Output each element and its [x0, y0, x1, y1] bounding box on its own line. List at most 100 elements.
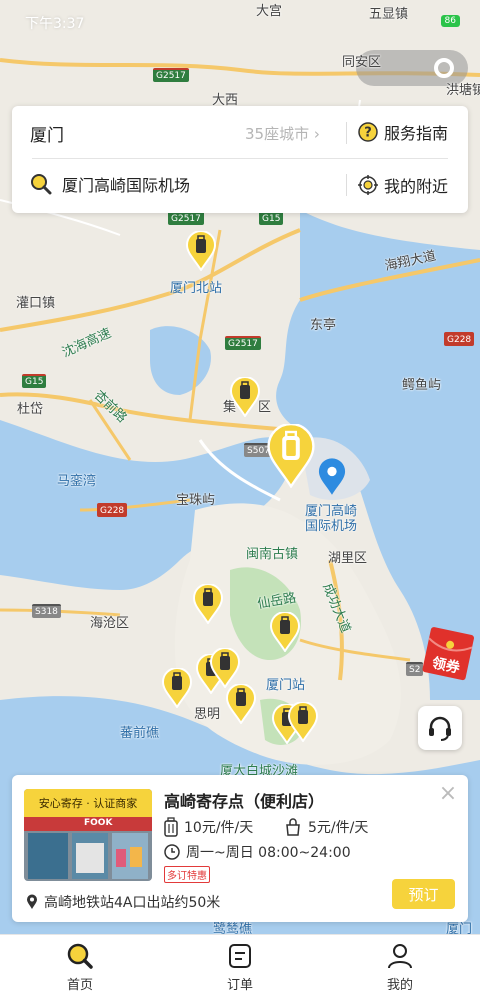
city-selector[interactable]: 厦门 [30, 121, 64, 146]
search-icon [31, 174, 52, 195]
map-label: 五显镇 [369, 7, 409, 22]
nav-orders[interactable]: 订单 [160, 935, 320, 999]
luggage-pin-icon [161, 667, 193, 709]
luggage-pin-icon [209, 647, 241, 689]
map-label: 厦门北站 [170, 281, 223, 296]
storage-pin[interactable] [225, 683, 257, 725]
chevron-right-icon: › [313, 125, 320, 143]
crosshair-icon [358, 175, 378, 195]
divider [346, 174, 347, 196]
search-input[interactable]: 厦门高崎国际机场 [30, 172, 190, 196]
nav-home-label: 首页 [66, 977, 93, 993]
store-sign: FOOK [84, 818, 113, 828]
headset-icon [429, 716, 451, 741]
map-label: 东亭 [310, 318, 337, 333]
nav-orders-label: 订单 [226, 977, 253, 993]
airport-location-pin[interactable] [318, 456, 346, 498]
luggage-pin-icon [185, 230, 217, 272]
store-photo: FOOK 安心寄存 · 认证商家 [24, 789, 152, 881]
location-pin-icon [318, 458, 346, 495]
map-label: 杜岱 [17, 402, 44, 417]
luggage-pin-icon [229, 376, 261, 418]
map-label: 蕃前礁 [120, 726, 160, 741]
storage-pin[interactable] [192, 583, 224, 625]
nav-mine[interactable]: 我的 [320, 935, 480, 999]
map-label: 洪塘镇 [446, 83, 480, 98]
nav-home[interactable]: 首页 [0, 935, 160, 999]
storage-pin[interactable] [209, 647, 241, 689]
road-badge: G2517 [153, 68, 189, 82]
coupon-button[interactable]: 领券 [420, 625, 480, 685]
nearby-label: 我的附近 [384, 177, 449, 196]
map-label-airport: 厦门高崎 国际机场 [305, 504, 358, 534]
order-icon [229, 943, 251, 968]
map-label: 思明 [194, 707, 221, 722]
business-hours: 周一~周日 08:00~24:00 [164, 842, 351, 862]
road-badge: G228 [97, 503, 128, 517]
storage-pin[interactable] [161, 667, 193, 709]
map-label: 同安区 [342, 55, 382, 70]
address-label: 高崎地铁站4A口出站约50米 [44, 895, 221, 911]
question-icon: ? [358, 122, 378, 142]
map-label: 湖里区 [328, 551, 368, 566]
map-label: 厦门站 [266, 678, 306, 693]
certified-tag: 安心寄存 · 认证商家 [24, 789, 152, 817]
close-icon[interactable]: × [438, 783, 458, 805]
search-card: 厦门 35座城市 › ? 服务指南 厦门高崎国际机场 我的附近 [12, 106, 468, 213]
bottom-nav: 首页 订单 我的 [0, 934, 480, 999]
hours-label: 周一~周日 08:00~24:00 [186, 845, 351, 861]
storage-pin[interactable] [229, 376, 261, 418]
map-label: 灌口镇 [16, 296, 56, 311]
map-label: 大宫 [256, 4, 283, 19]
storage-pin[interactable] [287, 701, 319, 743]
map-label: 宝珠屿 [176, 493, 216, 508]
location-icon [27, 894, 37, 909]
store-name: 高崎寄存点（便利店） [164, 792, 325, 811]
price-large-label: 10元/件/天 [184, 820, 254, 836]
map-label: 鳄鱼屿 [402, 378, 442, 393]
luggage-pin-icon [225, 683, 257, 725]
clock-icon [164, 844, 180, 860]
nearby-button[interactable]: 我的附近 [358, 173, 448, 197]
price-large-luggage: 10元/件/天 [164, 817, 253, 837]
book-button[interactable]: 预订 [392, 879, 455, 909]
nav-mine-label: 我的 [386, 977, 413, 993]
luggage-pin-icon [269, 611, 301, 653]
road-badge: S318 [32, 604, 61, 618]
promo-badge: 多订特惠 [164, 866, 210, 883]
price-small-label: 5元/件/天 [308, 820, 369, 836]
city-count-label: 35座城市 [245, 125, 310, 143]
price-small-luggage: 5元/件/天 [284, 817, 368, 837]
luggage-pin-icon [192, 583, 224, 625]
storage-pin[interactable] [185, 230, 217, 272]
selected-storage-pin[interactable] [266, 422, 316, 489]
luggage-pin-icon [267, 422, 315, 489]
divider [346, 122, 347, 144]
luggage-pin-icon [287, 701, 319, 743]
road-badge: G2517 [168, 211, 204, 225]
bag-icon [286, 818, 300, 836]
divider [32, 158, 448, 159]
service-guide-button[interactable]: ? 服务指南 [358, 120, 448, 144]
storage-pin[interactable] [269, 611, 301, 653]
store-address: 高崎地铁站4A口出站约50米 [26, 892, 220, 912]
map-label: 闽南古镇 [246, 547, 299, 562]
locate-icon [434, 58, 454, 78]
map-label: 马銮湾 [57, 474, 97, 489]
search-icon [67, 943, 93, 969]
road-badge: G15 [22, 374, 47, 388]
suitcase-icon [164, 817, 178, 837]
map-label: 海沧区 [90, 616, 130, 631]
road-badge: G15 [259, 211, 284, 225]
customer-service-button[interactable] [418, 706, 462, 750]
road-badge: G228 [444, 332, 475, 346]
svg-text:?: ? [364, 126, 372, 141]
status-time: 下午3:37 [25, 16, 85, 32]
service-guide-label: 服务指南 [384, 124, 449, 143]
battery-icon: 86 [440, 15, 460, 27]
user-icon [388, 943, 412, 968]
search-query: 厦门高崎国际机场 [62, 176, 191, 195]
status-icons: 86 [440, 15, 460, 27]
city-count-link[interactable]: 35座城市 › [245, 123, 320, 144]
store-card[interactable]: FOOK 安心寄存 · 认证商家 高崎寄存点（便利店） × 10元/件/天 5元… [12, 775, 468, 922]
